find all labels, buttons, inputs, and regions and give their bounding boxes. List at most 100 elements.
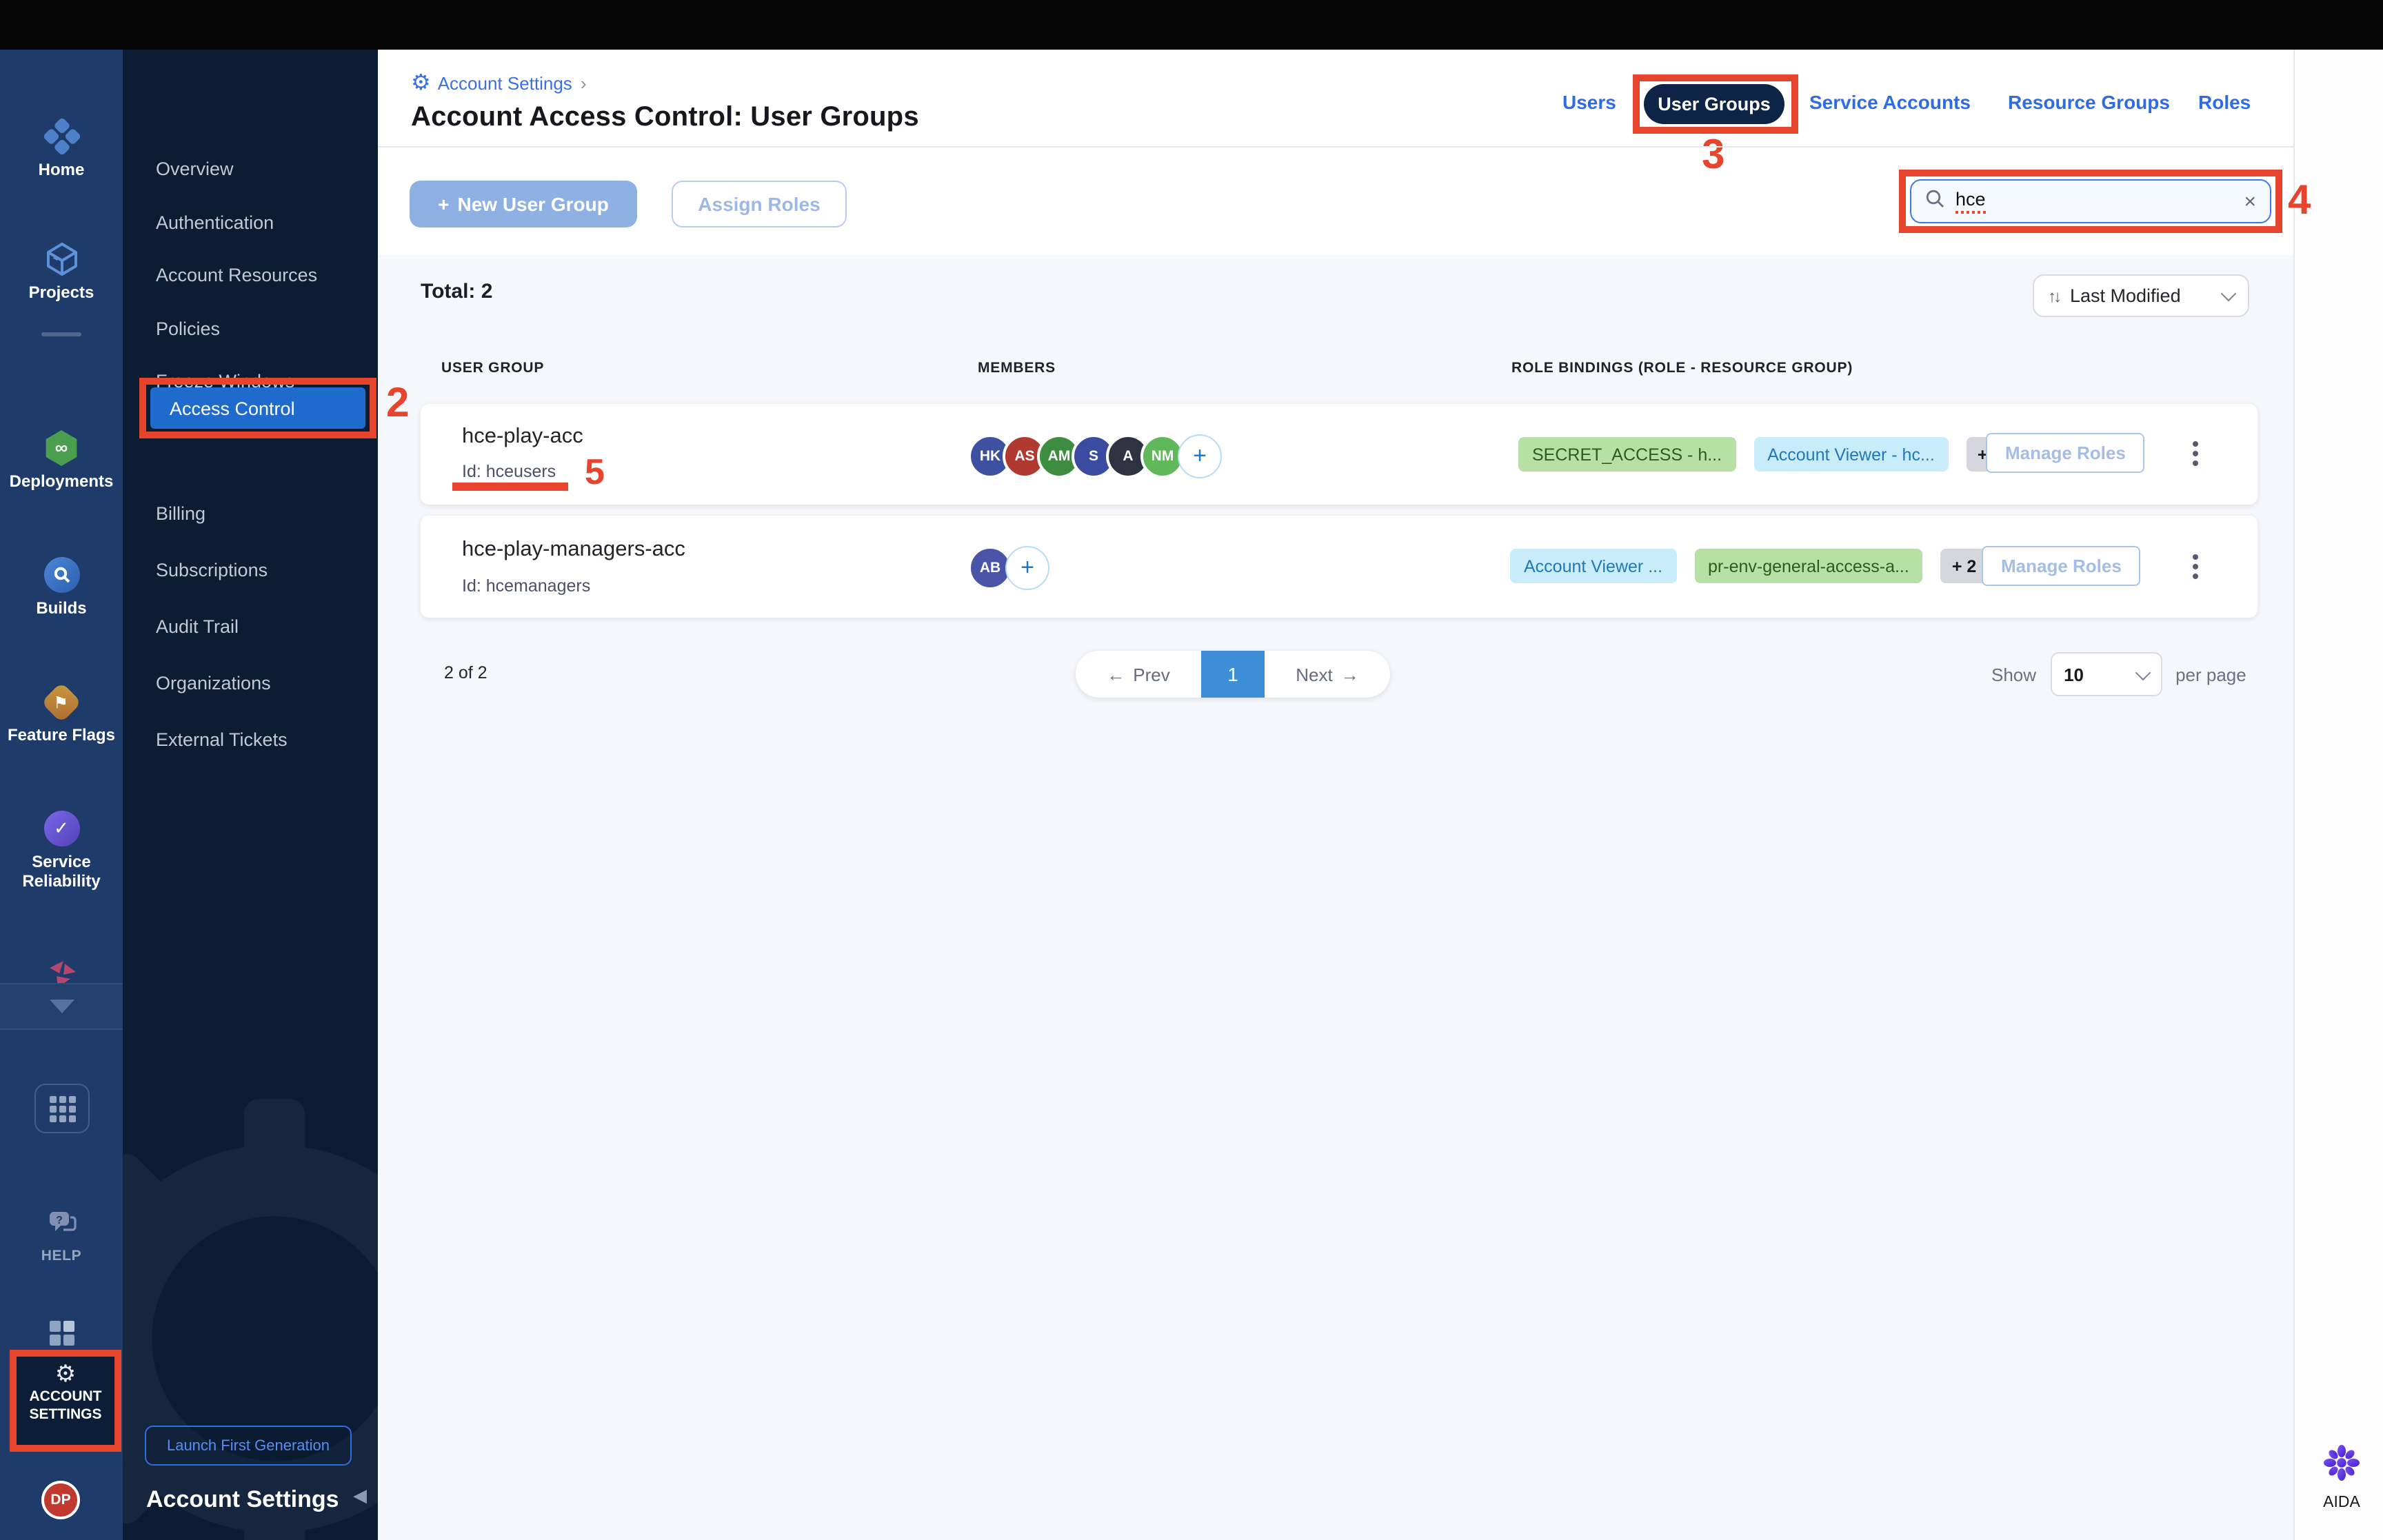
- gear-icon: ⚙: [411, 72, 431, 95]
- rail-item-builds[interactable]: Builds: [0, 557, 123, 618]
- sidebar-item-account-resources[interactable]: Account Resources: [156, 265, 317, 287]
- annotation-box-user-groups: [1633, 74, 1798, 134]
- user-avatar[interactable]: DP: [41, 1481, 80, 1519]
- aida-flower-icon: [2324, 1445, 2360, 1481]
- manage-roles-button[interactable]: Manage Roles: [1982, 546, 2141, 586]
- sidebar-collapse-icon[interactable]: ◀: [353, 1485, 367, 1507]
- sort-dropdown[interactable]: ↑↓ Last Modified: [2033, 274, 2249, 317]
- deployments-icon: ∞: [0, 430, 123, 466]
- manage-roles-button[interactable]: Manage Roles: [1986, 433, 2145, 473]
- user-group-row[interactable]: hce-play-acc Id: hceusers HK AS AM S A N…: [421, 404, 2258, 505]
- user-group-row[interactable]: hce-play-managers-acc Id: hcemanagers AB…: [421, 516, 2258, 618]
- next-label: Next: [1296, 664, 1333, 685]
- tab-resource-groups[interactable]: Resource Groups: [2008, 91, 2170, 113]
- page-size-value: 10: [2064, 664, 2084, 685]
- current-page-button[interactable]: 1: [1201, 651, 1265, 698]
- role-bindings: Account Viewer ... pr-env-general-access…: [1510, 549, 1988, 583]
- rail-scroll-toggle[interactable]: [0, 983, 123, 1030]
- feature-flags-icon: ⚑: [0, 681, 123, 722]
- sidebar-item-audit-trail[interactable]: Audit Trail: [156, 616, 239, 638]
- role-bindings: SECRET_ACCESS - h... Account Viewer - hc…: [1518, 437, 2013, 472]
- annotation-underline-id: [452, 483, 568, 491]
- sidebar-title: Account Settings: [146, 1486, 339, 1512]
- rail-item-projects[interactable]: Projects: [0, 241, 123, 302]
- plus-icon: +: [438, 193, 450, 215]
- more-bindings-badge: + 2: [1940, 549, 1988, 583]
- aida-label: AIDA: [2323, 1495, 2360, 1511]
- sidebar-item-policies[interactable]: Policies: [156, 318, 220, 341]
- rail-item-label: Service Reliability: [22, 852, 101, 891]
- rail-item-label: HELP: [41, 1248, 82, 1264]
- new-user-group-button[interactable]: + New User Group: [410, 181, 637, 227]
- row-menu-icon[interactable]: [2193, 554, 2198, 579]
- sort-arrows-icon: ↑↓: [2048, 286, 2062, 305]
- add-member-button[interactable]: +: [1005, 546, 1049, 590]
- help-chat-icon: ?: [0, 1205, 123, 1241]
- rail-item-label: Feature Flags: [7, 725, 116, 744]
- rail-item-help[interactable]: ? HELP: [0, 1205, 123, 1266]
- annotation-5: 5: [585, 451, 605, 492]
- gear-icon: ⚙: [54, 1361, 77, 1387]
- sidebar-item-authentication[interactable]: Authentication: [156, 212, 274, 234]
- home-icon: [0, 119, 123, 154]
- rail-item-service-reliability[interactable]: ✓ Service Reliability: [0, 811, 123, 891]
- page-count: 2 of 2: [444, 663, 487, 682]
- chevron-down-icon: [49, 1000, 74, 1013]
- breadcrumb[interactable]: ⚙ Account Settings ›: [411, 69, 587, 97]
- group-id: Id: hcemanagers: [462, 576, 591, 596]
- sidebar-item-external-tickets[interactable]: External Tickets: [156, 729, 288, 751]
- prev-label: Prev: [1133, 664, 1170, 685]
- right-gutter: [2293, 50, 2383, 1540]
- tab-users[interactable]: Users: [1562, 91, 1616, 113]
- chevron-down-icon: [2134, 664, 2151, 680]
- rail-divider: [41, 332, 81, 336]
- sidebar-item-overview[interactable]: Overview: [156, 159, 234, 181]
- avatar-initials: DP: [50, 1492, 71, 1508]
- group-name[interactable]: hce-play-acc: [462, 425, 583, 449]
- breadcrumb-separator: ›: [580, 72, 587, 93]
- aida-assistant-button[interactable]: AIDA: [2309, 1442, 2375, 1511]
- tab-roles[interactable]: Roles: [2198, 91, 2251, 113]
- members-avatars: AB +: [968, 546, 1049, 590]
- gear-watermark: [123, 1099, 378, 1540]
- add-member-button[interactable]: +: [1178, 434, 1222, 478]
- rail-item-account-settings[interactable]: ⚙ ACCOUNT SETTINGS: [10, 1350, 121, 1452]
- row-menu-icon[interactable]: [2193, 441, 2198, 466]
- breadcrumb-link[interactable]: Account Settings: [438, 72, 572, 93]
- rail-item-home[interactable]: Home: [0, 119, 123, 179]
- role-binding-chip: pr-env-general-access-a...: [1694, 549, 1923, 583]
- column-header-bindings: ROLE BINDINGS (ROLE - RESOURCE GROUP): [1511, 360, 1853, 376]
- rail-item-deployments[interactable]: ∞ Deployments: [0, 430, 123, 491]
- dashboards-icon: [0, 1315, 123, 1351]
- annotation-4: 4: [2288, 178, 2311, 223]
- page-title: Account Access Control: User Groups: [411, 102, 919, 132]
- settings-sidebar: Overview Authentication Account Resource…: [123, 50, 378, 1540]
- group-id: Id: hceusers: [462, 462, 556, 481]
- arrow-right-icon: →: [1340, 664, 1359, 685]
- module-grid-icon: [49, 1095, 75, 1122]
- sidebar-item-subscriptions[interactable]: Subscriptions: [156, 560, 268, 582]
- sidebar-item-billing[interactable]: Billing: [156, 503, 205, 525]
- tab-service-accounts[interactable]: Service Accounts: [1809, 91, 1971, 113]
- service-reliability-icon: ✓: [0, 811, 123, 847]
- account-settings-label-2: SETTINGS: [29, 1406, 102, 1423]
- cube-icon: [0, 241, 123, 277]
- annotation-box-access-control: [139, 378, 376, 438]
- prev-page-button[interactable]: ← Prev: [1076, 651, 1201, 698]
- nav-rail: Home Projects ∞ Deployments Builds ⚑ Fea…: [0, 50, 123, 1540]
- button-label: New User Group: [457, 193, 609, 215]
- next-page-button[interactable]: Next →: [1265, 651, 1390, 698]
- sidebar-item-organizations[interactable]: Organizations: [156, 673, 271, 695]
- role-binding-chip: Account Viewer - hc...: [1753, 437, 1949, 472]
- pagination: ← Prev 1 Next →: [1076, 651, 1390, 698]
- total-count: Total: 2: [421, 280, 493, 303]
- account-settings-label-1: ACCOUNT: [29, 1388, 102, 1405]
- launch-first-generation-button[interactable]: Launch First Generation: [145, 1426, 352, 1466]
- page-size-select[interactable]: 10: [2050, 652, 2162, 696]
- group-name[interactable]: hce-play-managers-acc: [462, 538, 685, 563]
- rail-item-feature-flags[interactable]: ⚑ Feature Flags: [0, 681, 123, 744]
- assign-roles-button[interactable]: Assign Roles: [672, 181, 847, 227]
- module-picker-button[interactable]: [34, 1084, 90, 1133]
- members-avatars: HK AS AM S A NM +: [968, 434, 1222, 478]
- annotation-box-search: [1899, 170, 2282, 233]
